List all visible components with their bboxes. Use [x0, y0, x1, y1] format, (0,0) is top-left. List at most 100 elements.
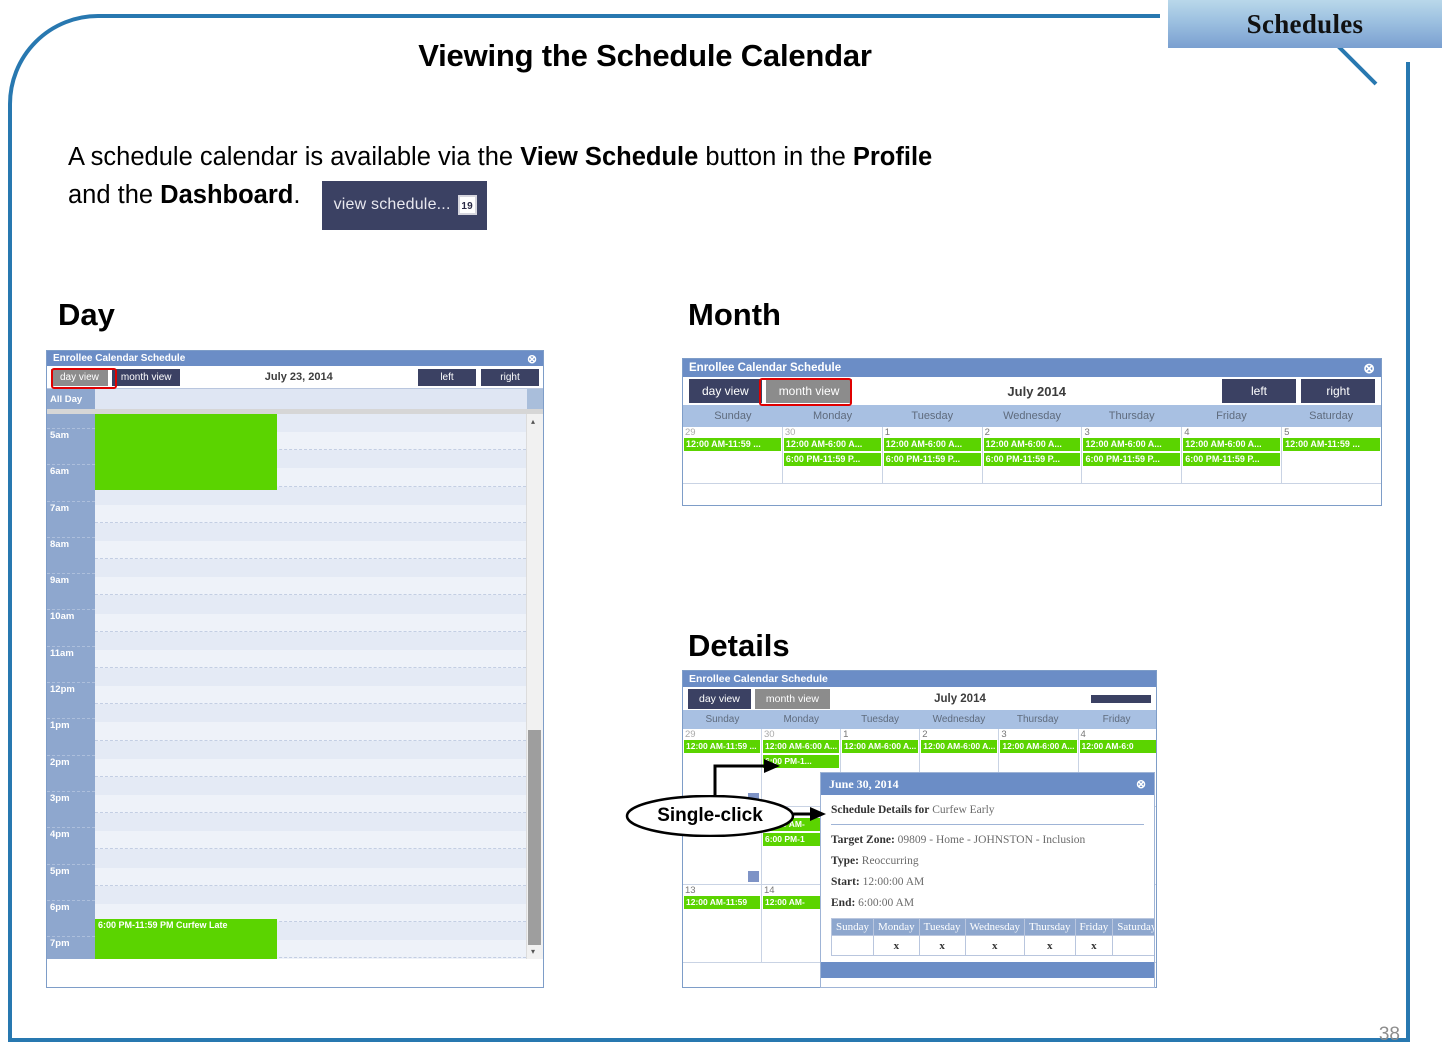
calendar-event[interactable] — [95, 414, 277, 490]
details-weekday-header: Sunday Monday Tuesday Wednesday Thursday Frid… — [683, 710, 1156, 729]
calendar-event[interactable]: 12:00 AM-6:00 A... — [983, 438, 1081, 451]
half-hour-row[interactable] — [95, 867, 526, 886]
weekday-header: Friday — [1216, 410, 1247, 422]
half-hour-row[interactable] — [95, 631, 526, 650]
right-button[interactable]: right — [481, 368, 539, 386]
day-number: 29 — [685, 427, 696, 438]
calendar-event[interactable]: 12:00 AM-6:00 A... — [883, 438, 981, 451]
month-view-button[interactable]: month view — [765, 379, 853, 403]
weekday-header: Friday — [1102, 714, 1131, 725]
calendar-icon: 19 — [457, 195, 477, 215]
close-icon[interactable]: ⊗ — [1136, 777, 1146, 792]
popup-titlebar: June 30, 2014 ⊗ — [821, 773, 1154, 795]
half-hour-row[interactable] — [95, 540, 526, 560]
right-button[interactable]: right — [1301, 379, 1375, 403]
scroll-up-arrow[interactable]: ▴ — [531, 417, 535, 426]
left-button[interactable]: left — [1222, 379, 1296, 403]
half-hour-row[interactable] — [95, 849, 526, 868]
day-view-grid[interactable]: 5am 6am 7am 8am 9am 10am 11am 12pm 1pm 2pm 3pm 4pm 5… — [47, 414, 543, 959]
day-cell[interactable]: 5 12:00 AM-11:59 ... — [1282, 427, 1382, 484]
half-hour-row[interactable] — [95, 885, 526, 904]
day-view-button[interactable]: day view — [51, 368, 108, 386]
calendar-event[interactable]: 12:00 AM-11:59 ... — [684, 438, 781, 451]
day-header-cell: Wednesday — [964, 918, 1026, 936]
month-view-calendar-window[interactable]: Enrollee Calendar Schedule ⊗ day view mo… — [682, 358, 1382, 506]
calendar-event[interactable]: 6:00 PM-11:59 P... — [883, 453, 981, 466]
day-view-button[interactable]: day view — [689, 379, 762, 403]
body-paragraph: A schedule calendar is available via the… — [68, 138, 1368, 230]
section-tab-label: Schedules — [1246, 8, 1364, 39]
calendar-event[interactable]: 6:00 PM-11:59 P... — [1183, 453, 1281, 466]
day-number: 2 — [984, 427, 990, 438]
resize-handle[interactable] — [748, 871, 759, 882]
day-cell[interactable]: 2 12:00 AM-6:00 A... 6:00 PM-11:59 P... — [982, 427, 1083, 484]
time-label: 6am — [50, 466, 70, 478]
half-hour-row[interactable] — [95, 649, 526, 668]
day-view-window-title: Enrollee Calendar Schedule — [53, 353, 186, 364]
calendar-event[interactable]: 6:00 PM-11:59 P... — [783, 453, 881, 466]
close-icon[interactable]: ⊗ — [1363, 361, 1375, 375]
body-text-3: and the — [68, 181, 161, 209]
calendar-event[interactable]: 6:00 PM-11:59 P... — [983, 453, 1081, 466]
calendar-event[interactable]: 12:00 AM-6:0 — [1079, 740, 1156, 753]
half-hour-row[interactable] — [95, 758, 526, 777]
calendar-event[interactable]: 12:00 AM-6:00 A... — [1000, 740, 1077, 753]
calendar-event[interactable]: 12:00 AM-11:59 — [684, 896, 760, 909]
month-view-button[interactable]: month view — [111, 368, 181, 386]
day-view-scrollbar[interactable]: ▴ ▾ — [526, 414, 543, 959]
half-hour-row[interactable] — [95, 813, 526, 832]
half-hour-row[interactable] — [95, 667, 526, 687]
scrollbar-thumb[interactable] — [528, 730, 541, 945]
day-mark-cell — [1112, 935, 1154, 956]
half-hour-row[interactable] — [95, 722, 526, 741]
day-cell[interactable]: 3 12:00 AM-6:00 A... 6:00 PM-11:59 P... — [1082, 427, 1183, 484]
end-label: End: — [831, 897, 856, 909]
half-hour-row[interactable] — [95, 522, 526, 541]
calendar-event[interactable]: 12:00 AM-6:00 A... — [1183, 438, 1281, 451]
day-cell[interactable]: 13 12:00 AM-11:59 — [683, 885, 762, 963]
day-number: 13 — [685, 885, 696, 896]
half-hour-row[interactable] — [95, 613, 526, 632]
left-button[interactable] — [1091, 694, 1151, 703]
label-details: Details — [688, 628, 790, 663]
day-cell[interactable]: 1 12:00 AM-6:00 A... 6:00 PM-11:59 P... — [882, 427, 983, 484]
recurrence-days-table: Sunday Monday Tuesday Wednesday Thursday Frid… — [831, 918, 1154, 956]
day-number: 3 — [1084, 427, 1090, 438]
month-view-weeks[interactable]: 29 12:00 AM-11:59 ... 30 12:00 AM-6:00 A...… — [683, 427, 1382, 484]
half-hour-row[interactable] — [95, 704, 526, 723]
close-icon[interactable]: ⊗ — [527, 353, 537, 365]
label-day: Day — [58, 297, 115, 332]
calendar-event[interactable]: 6:00 PM-11:59 P... — [1083, 453, 1181, 466]
single-click-label: Single-click — [657, 805, 763, 826]
day-view-event-area[interactable]: 6:00 PM-11:59 PM Curfew Late — [95, 414, 526, 959]
view-schedule-button[interactable]: view schedule... 19 — [321, 181, 487, 230]
half-hour-row[interactable] — [95, 794, 526, 814]
half-hour-row[interactable] — [95, 559, 526, 578]
half-hour-row[interactable] — [95, 776, 526, 795]
calendar-event[interactable]: 12:00 AM-6:00 A... — [783, 438, 881, 451]
half-hour-row[interactable] — [95, 504, 526, 523]
scroll-down-arrow[interactable]: ▾ — [531, 947, 535, 956]
time-label: 7am — [50, 502, 70, 514]
left-button[interactable]: left — [418, 368, 476, 386]
month-view-button[interactable]: month view — [754, 688, 830, 709]
half-hour-row[interactable] — [95, 831, 526, 850]
day-view-button[interactable]: day view — [688, 688, 751, 709]
calendar-event[interactable]: 6:00 PM-11:59 PM Curfew Late — [95, 919, 277, 959]
day-view-calendar-window[interactable]: Enrollee Calendar Schedule ⊗ day view mo… — [46, 350, 544, 988]
calendar-event[interactable]: 12:00 AM-11:59 ... — [1283, 438, 1381, 451]
day-number: 4 — [1184, 427, 1190, 438]
half-hour-row[interactable] — [95, 686, 526, 705]
half-hour-row[interactable] — [95, 595, 526, 614]
day-cell[interactable]: 30 12:00 AM-6:00 A... 6:00 PM-11:59 P... — [782, 427, 883, 484]
schedule-details-popup[interactable]: June 30, 2014 ⊗ Schedule Details for Cur… — [820, 772, 1155, 988]
half-hour-row[interactable] — [95, 740, 526, 759]
time-label: 5am — [50, 430, 70, 441]
day-cell[interactable]: 4 12:00 AM-6:00 A... 6:00 PM-11:59 P... — [1182, 427, 1283, 484]
calendar-event[interactable]: 12:00 AM-6:00 A... — [921, 740, 998, 753]
time-slot: 7pm — [47, 922, 95, 958]
day-view-date: July 23, 2014 — [264, 371, 333, 383]
half-hour-row[interactable] — [95, 577, 526, 596]
day-cell[interactable]: 29 12:00 AM-11:59 ... — [683, 427, 783, 484]
calendar-event[interactable]: 12:00 AM-6:00 A... — [1083, 438, 1181, 451]
